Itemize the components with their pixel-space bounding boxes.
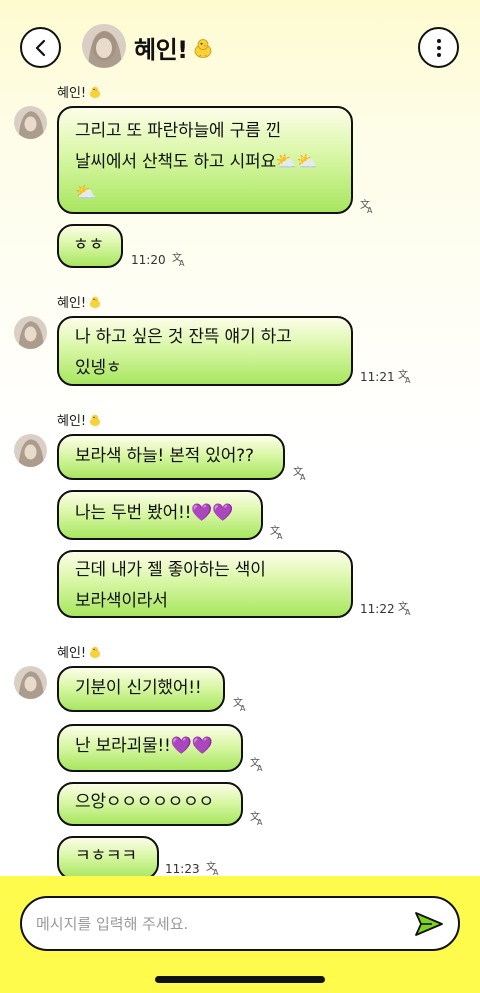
message-time: 11:20 [131, 253, 166, 267]
message-bubble[interactable]: 난 보라괴물!!💜💜 [57, 724, 243, 772]
svg-text:A: A [300, 473, 306, 481]
svg-text:A: A [367, 206, 373, 214]
page-title: 혜인! [134, 30, 214, 65]
baby-chick-icon [90, 296, 101, 308]
message-bubble[interactable]: 그리고 또 파란하늘에 구름 낀 날씨에서 산책도 하고 시퍼요⛅⛅⛅ [57, 106, 353, 214]
message-input[interactable] [36, 910, 396, 938]
translate-icon[interactable]: 文A [233, 696, 249, 712]
svg-text:A: A [405, 608, 411, 616]
message-input-wrapper[interactable] [20, 896, 460, 951]
translate-icon[interactable]: 文A [360, 198, 376, 214]
chat-title: 혜인! [134, 36, 188, 64]
baby-chick-icon [90, 646, 101, 658]
svg-text:A: A [240, 704, 246, 712]
send-icon[interactable] [414, 910, 444, 938]
translate-icon[interactable]: 文A [293, 465, 309, 481]
svg-text:A: A [257, 818, 263, 826]
translate-icon[interactable]: 文A [172, 251, 188, 267]
more-vertical-icon [436, 38, 441, 57]
message-bubble[interactable]: ㅋㅎㅋㅋ [57, 836, 159, 880]
avatar[interactable] [14, 106, 47, 139]
sender-name: 혜인! [57, 82, 102, 101]
message-bubble[interactable]: 근데 내가 젤 좋아하는 색이 보라색이라서 [57, 550, 353, 618]
sender-name: 혜인! [57, 292, 102, 311]
baby-chick-icon [194, 38, 212, 58]
message-bubble[interactable]: 나는 두번 봤어!!💜💜 [57, 490, 263, 540]
chevron-left-icon [35, 39, 45, 56]
translate-icon[interactable]: 文A [250, 756, 266, 772]
translate-icon[interactable]: 文A [250, 810, 266, 826]
avatar[interactable] [14, 666, 47, 699]
translate-icon[interactable]: 文A [270, 524, 286, 540]
svg-text:A: A [213, 868, 219, 876]
home-indicator [155, 976, 325, 983]
baby-chick-icon [90, 86, 101, 98]
svg-text:A: A [257, 764, 263, 772]
sender-name: 혜인! [57, 642, 102, 661]
translate-icon[interactable]: 文A [206, 860, 222, 876]
message-bubble[interactable]: 으앙ㅇㅇㅇㅇㅇㅇㅇ [57, 782, 243, 826]
translate-icon[interactable]: 文A [398, 368, 414, 384]
message-time: 11:23 [165, 862, 200, 876]
composer-bar [0, 876, 480, 993]
svg-text:A: A [179, 259, 185, 267]
svg-text:A: A [277, 532, 283, 540]
more-options-button[interactable] [418, 27, 459, 68]
message-time: 11:21 [360, 370, 395, 384]
baby-chick-icon [90, 414, 101, 426]
back-button[interactable] [20, 27, 61, 68]
message-bubble[interactable]: 기분이 신기했어!! [57, 666, 225, 712]
translate-icon[interactable]: 文A [398, 600, 414, 616]
sender-name: 혜인! [57, 410, 102, 429]
svg-text:A: A [405, 376, 411, 384]
avatar[interactable] [14, 316, 47, 349]
message-bubble[interactable]: 보라색 하늘! 본적 있어?? [57, 434, 285, 480]
avatar[interactable] [82, 24, 126, 68]
message-time: 11:22 [360, 602, 395, 616]
avatar[interactable] [14, 434, 47, 467]
message-bubble[interactable]: 나 하고 싶은 것 잔뜩 얘기 하고 있넹ㅎ [57, 316, 353, 386]
message-bubble[interactable]: ㅎㅎ [57, 224, 123, 268]
